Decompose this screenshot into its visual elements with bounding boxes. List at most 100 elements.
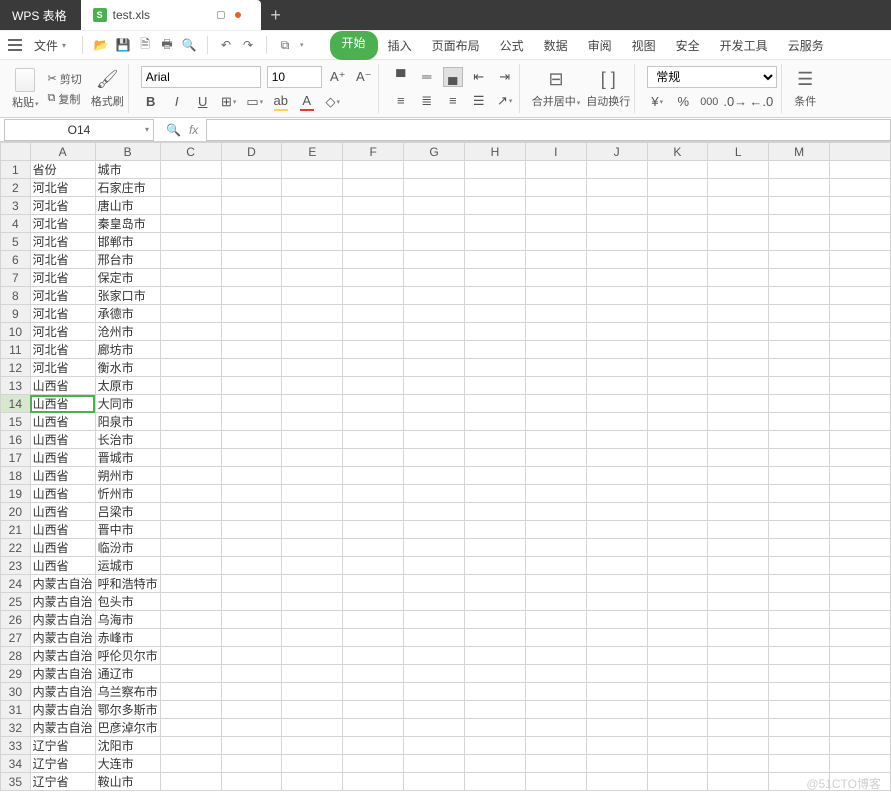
cell[interactable] — [708, 197, 769, 215]
cell[interactable] — [708, 611, 769, 629]
cell[interactable] — [647, 395, 708, 413]
row-header[interactable]: 7 — [1, 269, 31, 287]
cell[interactable] — [404, 233, 465, 251]
cell[interactable] — [769, 197, 830, 215]
cell[interactable]: 太原市 — [95, 377, 160, 395]
cell[interactable] — [647, 647, 708, 665]
cell[interactable]: 山西省 — [30, 431, 95, 449]
fx-icon[interactable]: fx — [189, 123, 198, 137]
cell[interactable] — [343, 683, 404, 701]
col-header-K[interactable]: K — [647, 143, 708, 161]
cell[interactable]: 河北省 — [30, 215, 95, 233]
cell[interactable] — [465, 449, 526, 467]
cell[interactable] — [465, 413, 526, 431]
file-menu[interactable]: 文件 ▾ — [28, 35, 72, 56]
cell[interactable] — [708, 251, 769, 269]
menu-tab-开发工具[interactable]: 开发工具 — [710, 31, 778, 60]
cell[interactable] — [221, 305, 282, 323]
cell[interactable] — [221, 737, 282, 755]
row-header[interactable]: 29 — [1, 665, 31, 683]
cell[interactable] — [769, 593, 830, 611]
highlight-button[interactable]: ab — [271, 92, 291, 112]
cell[interactable] — [221, 287, 282, 305]
cell[interactable] — [282, 773, 343, 791]
cell[interactable] — [221, 467, 282, 485]
cell[interactable] — [525, 395, 586, 413]
wrap-label[interactable]: 自动换行 — [586, 93, 630, 109]
currency-button[interactable]: ¥▾ — [647, 92, 667, 112]
cell[interactable] — [708, 575, 769, 593]
copy-button[interactable]: ⧉ 复制 — [45, 90, 84, 108]
cell[interactable] — [160, 179, 221, 197]
cell[interactable] — [282, 269, 343, 287]
cell[interactable] — [343, 287, 404, 305]
col-header-M[interactable]: M — [769, 143, 830, 161]
cell[interactable] — [221, 521, 282, 539]
cell[interactable]: 山西省 — [30, 521, 95, 539]
cell[interactable] — [160, 233, 221, 251]
cell[interactable]: 辽宁省 — [30, 755, 95, 773]
cell[interactable] — [586, 701, 647, 719]
cell[interactable] — [343, 269, 404, 287]
cell[interactable] — [647, 431, 708, 449]
menu-tab-插入[interactable]: 插入 — [378, 31, 422, 60]
cell[interactable] — [221, 575, 282, 593]
cell[interactable] — [708, 341, 769, 359]
row-header[interactable]: 21 — [1, 521, 31, 539]
cell[interactable] — [769, 647, 830, 665]
comma-button[interactable]: 000 — [699, 92, 719, 112]
cell[interactable]: 长治市 — [95, 431, 160, 449]
cell[interactable]: 晋城市 — [95, 449, 160, 467]
cell[interactable] — [160, 737, 221, 755]
cell[interactable] — [343, 629, 404, 647]
cell[interactable]: 内蒙古自治 — [30, 665, 95, 683]
cell[interactable] — [769, 485, 830, 503]
cell[interactable] — [160, 395, 221, 413]
cell[interactable] — [769, 539, 830, 557]
cell[interactable] — [160, 647, 221, 665]
cell[interactable]: 赤峰市 — [95, 629, 160, 647]
row-header[interactable]: 10 — [1, 323, 31, 341]
cell[interactable] — [160, 665, 221, 683]
cell[interactable] — [343, 215, 404, 233]
cell[interactable] — [343, 611, 404, 629]
cell[interactable] — [525, 467, 586, 485]
cell[interactable] — [708, 557, 769, 575]
cell[interactable] — [769, 161, 830, 179]
row-header[interactable]: 6 — [1, 251, 31, 269]
cell[interactable]: 城市 — [95, 161, 160, 179]
cell[interactable]: 内蒙古自治 — [30, 683, 95, 701]
cell[interactable] — [769, 413, 830, 431]
cell[interactable] — [221, 431, 282, 449]
cell[interactable] — [647, 773, 708, 791]
increase-font-icon[interactable]: A⁺ — [328, 67, 348, 87]
row-header[interactable]: 12 — [1, 359, 31, 377]
cell[interactable] — [465, 341, 526, 359]
cell[interactable] — [465, 719, 526, 737]
cell[interactable] — [160, 413, 221, 431]
cell[interactable] — [465, 593, 526, 611]
cell[interactable] — [282, 305, 343, 323]
cell[interactable] — [404, 467, 465, 485]
cell[interactable] — [221, 539, 282, 557]
saveas-icon[interactable]: 🗎 — [137, 37, 153, 53]
cell[interactable] — [282, 683, 343, 701]
row-header[interactable]: 13 — [1, 377, 31, 395]
cell[interactable] — [647, 305, 708, 323]
cell[interactable]: 临汾市 — [95, 539, 160, 557]
cell[interactable] — [160, 503, 221, 521]
cell[interactable] — [282, 197, 343, 215]
cell[interactable] — [282, 575, 343, 593]
cell[interactable] — [708, 647, 769, 665]
cell[interactable] — [404, 521, 465, 539]
cell[interactable]: 鄂尔多斯市 — [95, 701, 160, 719]
row-header[interactable]: 35 — [1, 773, 31, 791]
cell[interactable] — [282, 287, 343, 305]
col-header-A[interactable]: A — [30, 143, 95, 161]
cell[interactable]: 山西省 — [30, 557, 95, 575]
cell[interactable] — [586, 341, 647, 359]
row-header[interactable]: 31 — [1, 701, 31, 719]
cell[interactable]: 河北省 — [30, 179, 95, 197]
cell[interactable] — [647, 179, 708, 197]
cell[interactable] — [404, 179, 465, 197]
